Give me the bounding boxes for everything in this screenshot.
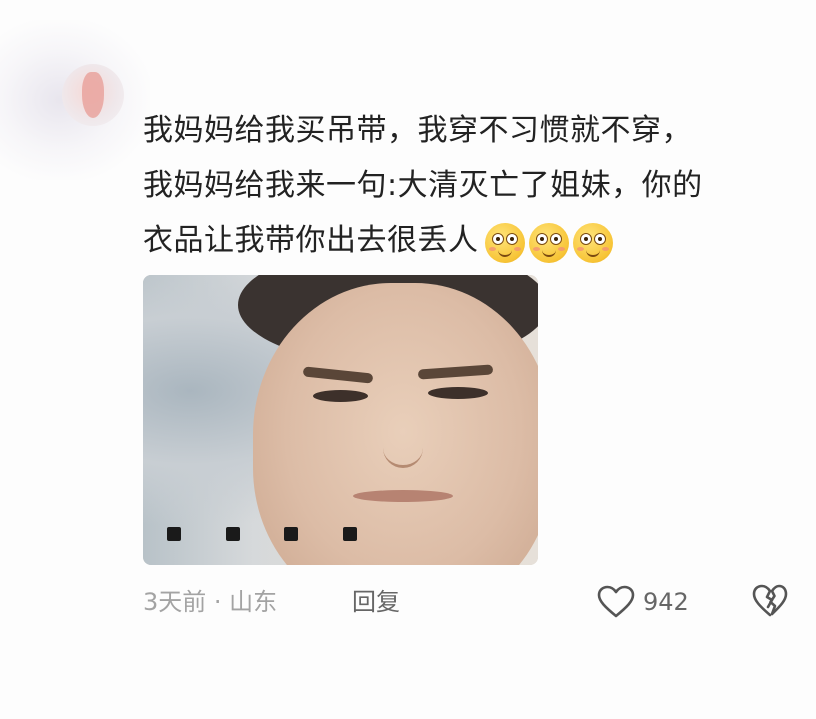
- image-mouth: [353, 490, 453, 502]
- like-count: 942: [643, 588, 689, 616]
- image-face: [253, 283, 538, 565]
- comment-body: 我妈妈给我买吊带，我穿不习惯就不穿， 我妈妈给我来一句:大清灭亡了姐妹，你的 衣…: [143, 103, 803, 269]
- avatar[interactable]: [62, 64, 124, 126]
- reply-button[interactable]: 回复: [352, 582, 400, 622]
- dislike-button[interactable]: [752, 584, 788, 620]
- smiling-face-emoji: [572, 222, 613, 263]
- comment-line: 我妈妈给我来一句:大清灭亡了姐妹，你的: [143, 168, 703, 203]
- dot: [284, 527, 299, 541]
- emoji-row: [484, 214, 617, 269]
- smiling-face-emoji: [528, 222, 569, 263]
- ellipsis-dots: [167, 527, 357, 543]
- dot: [342, 527, 357, 541]
- like-button[interactable]: 942: [597, 582, 689, 622]
- comment-image[interactable]: [143, 275, 538, 565]
- comment-time-location: 3天前 · 山东: [143, 588, 278, 616]
- smiling-face-emoji: [484, 222, 525, 263]
- comment-line-text: 衣品让我带你出去很丢人: [143, 223, 479, 258]
- image-eye: [428, 387, 488, 399]
- image-eye: [313, 390, 368, 402]
- broken-heart-icon: [752, 584, 788, 622]
- avatar-figure: [82, 72, 104, 118]
- dot: [225, 527, 240, 541]
- heart-outline-icon: [597, 585, 635, 619]
- comment-line-last: 衣品让我带你出去很丢人: [143, 213, 803, 269]
- comment-line: 我妈妈给我买吊带，我穿不习惯就不穿，: [143, 113, 692, 148]
- dot: [167, 527, 181, 541]
